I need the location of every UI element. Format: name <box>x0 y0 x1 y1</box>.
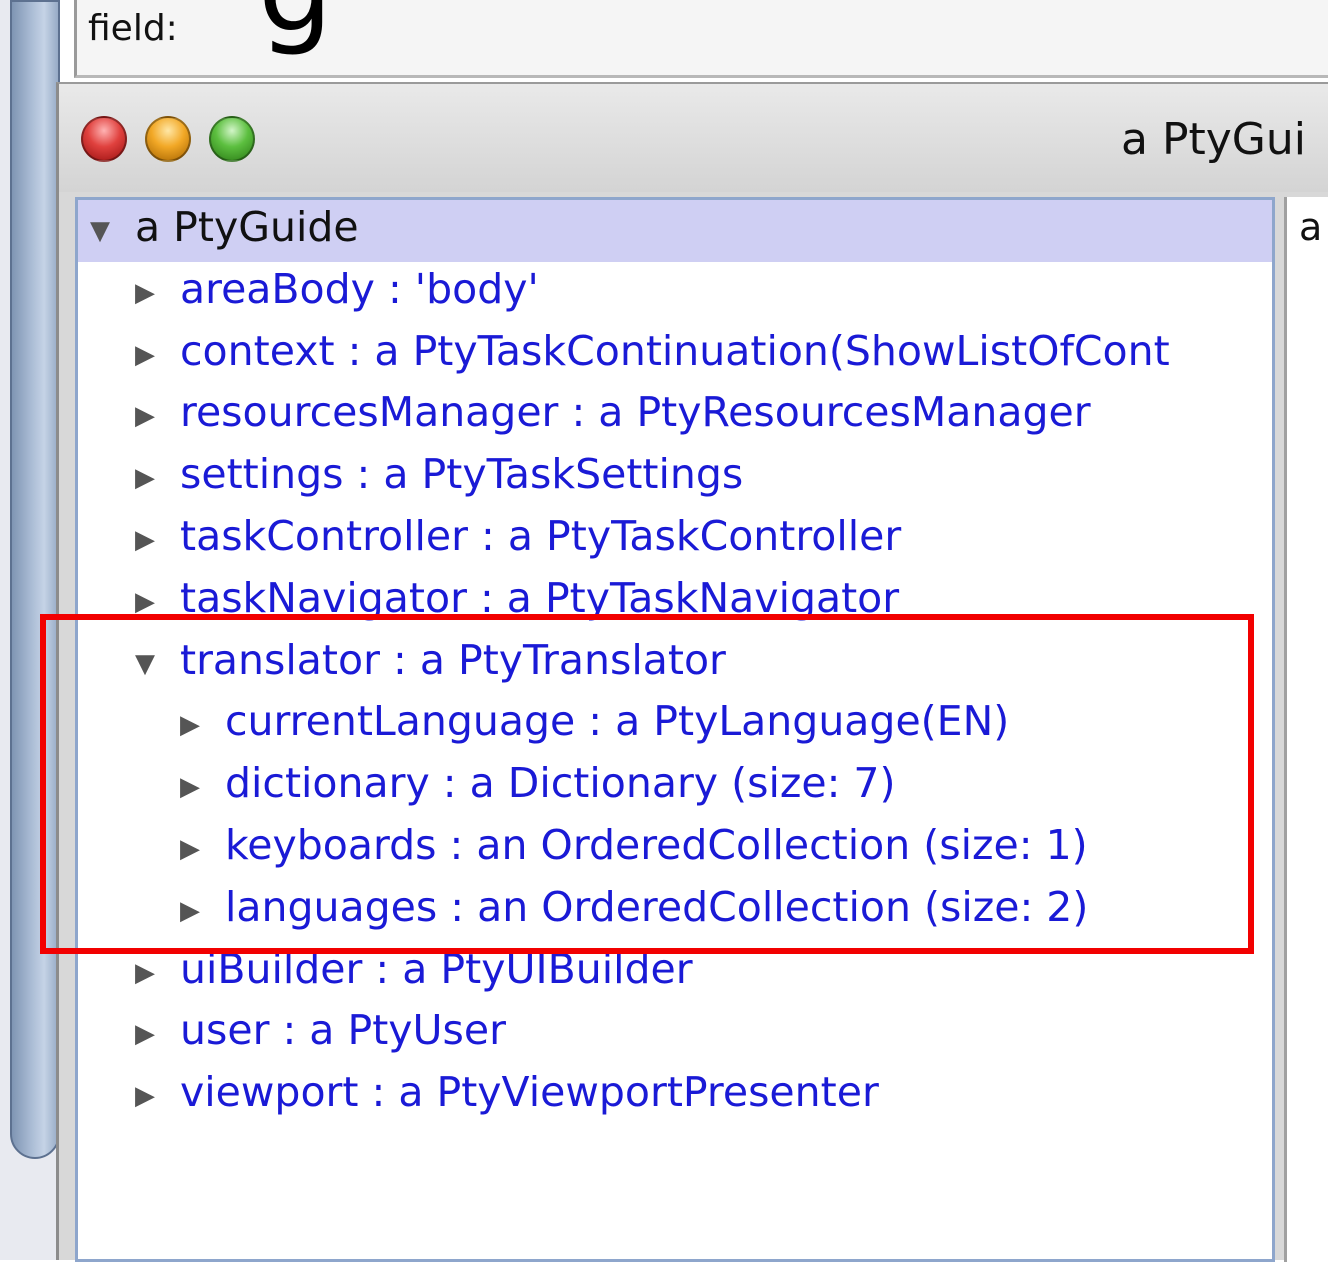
window-titlebar[interactable]: a PtyGui <box>59 84 1328 192</box>
tree-item-label: resourcesManager : a PtyResourcesManager <box>180 388 1091 437</box>
tree-item-label: areaBody : 'body' <box>180 264 539 313</box>
background-scrollbar[interactable] <box>10 0 60 1159</box>
maximize-button[interactable] <box>209 116 255 162</box>
tree-item-label: user : a PtyUser <box>180 1006 506 1055</box>
tree-item-row[interactable]: ▶ context : a PtyTaskContinuation(ShowLis… <box>78 324 1272 386</box>
tree-root-row[interactable]: ▼ a PtyGuide <box>78 200 1272 262</box>
tree-item-row[interactable]: ▶ settings : a PtyTaskSettings <box>78 447 1272 509</box>
highlight-box <box>40 614 1254 954</box>
tree-item-label: settings : a PtyTaskSettings <box>180 450 744 499</box>
tree-item-row[interactable]: ▶ viewport : a PtyViewportPresenter <box>78 1065 1272 1127</box>
tree-item-label: context : a PtyTaskContinuation(ShowList… <box>180 326 1170 375</box>
background-field-label: field: <box>88 8 178 49</box>
expand-arrow-icon[interactable]: ▼ <box>90 200 110 262</box>
tree-item-row[interactable]: ▶ resourcesManager : a PtyResourcesManage… <box>78 385 1272 447</box>
value-panel[interactable]: a <box>1284 197 1328 1262</box>
minimize-button[interactable] <box>145 116 191 162</box>
tree-root-label: a PtyGuide <box>135 203 359 251</box>
collapse-arrow-icon[interactable]: ▶ <box>135 1003 155 1065</box>
tree-item-row[interactable]: ▶ areaBody : 'body' <box>78 262 1272 324</box>
tree-item-label: viewport : a PtyViewportPresenter <box>180 1068 879 1117</box>
collapse-arrow-icon[interactable]: ▶ <box>135 1065 155 1127</box>
tree-item-label: taskController : a PtyTaskController <box>180 512 902 560</box>
collapse-arrow-icon[interactable]: ▶ <box>135 385 155 447</box>
collapse-arrow-icon[interactable]: ▶ <box>135 262 155 324</box>
tree-item-row[interactable]: ▶ user : a PtyUser <box>78 1003 1272 1065</box>
window-title: a PtyGui <box>1121 114 1306 165</box>
collapse-arrow-icon[interactable]: ▶ <box>135 509 155 571</box>
collapse-arrow-icon[interactable]: ▶ <box>135 447 155 509</box>
close-button[interactable] <box>81 116 127 162</box>
collapse-arrow-icon[interactable]: ▶ <box>135 324 155 386</box>
background-heading-fragment: g <box>258 0 333 48</box>
value-panel-text: a <box>1299 205 1323 249</box>
tree-item-row[interactable]: ▶ taskController : a PtyTaskController <box>78 509 1272 571</box>
